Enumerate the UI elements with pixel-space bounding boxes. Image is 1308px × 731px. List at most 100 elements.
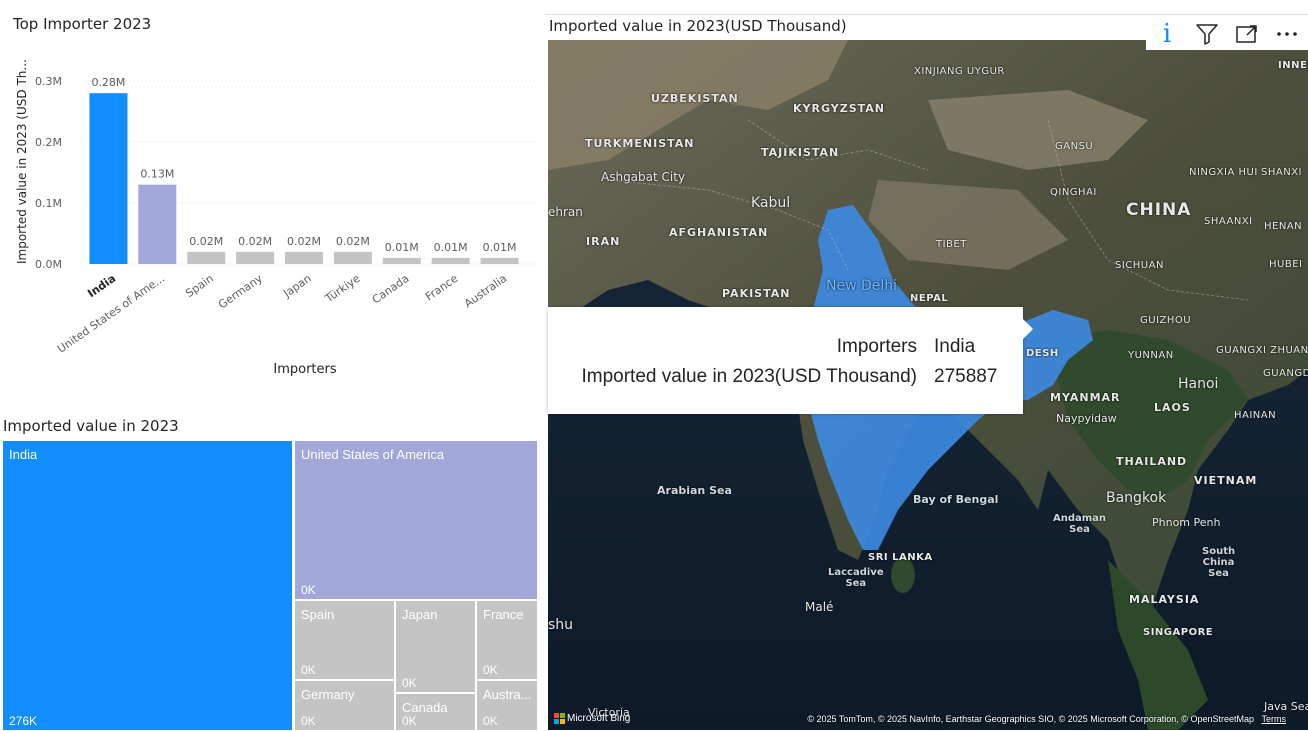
treemap-tile[interactable]: Canada 0K: [395, 693, 476, 731]
map-label-shanxi: SHANXI: [1261, 167, 1302, 178]
map-label-andaman-sea: Andaman Sea: [1053, 513, 1107, 535]
map-label-yunnan: YUNNAN: [1128, 350, 1174, 361]
tooltip-arrow: [1023, 319, 1033, 339]
map-label-iran: IRAN: [586, 235, 621, 248]
map-label-xinjiang: XINJIANG UYGUR: [914, 66, 1005, 77]
map-label-guangxi: GUANGXI ZHUANG: [1216, 345, 1308, 356]
data-label: 0.01M: [434, 241, 468, 254]
bing-text: Microsoft Bing: [567, 713, 631, 724]
microsoft-logo-icon: [554, 713, 565, 724]
treemap-tile-label: India: [9, 447, 38, 462]
treemap-tile-label: Spain: [301, 607, 335, 622]
map-label-bangkok: Bangkok: [1106, 490, 1167, 506]
map-tooltip: Importers India Imported value in 2023(U…: [548, 307, 1033, 414]
map-label-shaanxi: SHAANXI: [1204, 216, 1253, 227]
x-tick-label: Türkiye: [322, 272, 363, 306]
tooltip-row-value: Imported value in 2023(USD Thousand) 275…: [548, 366, 1023, 396]
map-label-phnom-penh: Phnom Penh: [1152, 516, 1221, 529]
data-label: 0.01M: [483, 241, 517, 254]
map-label-thailand: THAILAND: [1116, 455, 1188, 468]
map-label-tajikistan: TAJIKISTAN: [761, 146, 840, 159]
map-label-shu: shu: [548, 617, 574, 633]
map-label-ningxia: NINGXIA HUI: [1189, 167, 1258, 178]
treemap-tile[interactable]: Japan 0K: [395, 600, 476, 693]
treemap-tile-label: Germany: [301, 687, 355, 702]
treemap-tile-value: 0K: [483, 714, 498, 728]
map-label-bay-of-bengal: Bay of Bengal: [913, 493, 999, 506]
tooltip-value-value: 275887: [934, 366, 998, 387]
more-options-icon[interactable]: [1270, 19, 1304, 49]
y-tick-label: 0.2M: [35, 136, 62, 149]
treemap-visual[interactable]: Imported value in 2023 India 276K United S…: [0, 413, 545, 731]
map-label-ashgabat: Ashgabat City: [601, 170, 686, 184]
treemap-tile[interactable]: Germany 0K: [294, 680, 395, 731]
data-label: 0.02M: [189, 235, 223, 248]
map-label-tehran: ehran: [548, 205, 583, 219]
x-tick-label: India: [85, 272, 118, 300]
map-label-china: CHINA: [1126, 200, 1192, 220]
map-label-malaysia: MALAYSIA: [1129, 593, 1200, 606]
bar: [382, 257, 421, 264]
treemap-tile[interactable]: France 0K: [476, 600, 538, 680]
bar: [236, 251, 275, 264]
treemap-tile[interactable]: United States of America 0K: [294, 440, 538, 600]
focus-mode-icon[interactable]: [1230, 19, 1264, 49]
treemap-tile-value: 0K: [301, 663, 316, 677]
bar-chart-svg: 0.0M 0.1M 0.2M 0.3M Imported value in 2023 (…: [15, 59, 538, 377]
bar-chart-visual[interactable]: 0.0M 0.1M 0.2M 0.3M Imported value in 2023 (…: [0, 0, 545, 410]
treemap-tile-label: Austra...: [483, 687, 532, 702]
map-label-bangladesh: DESH: [1026, 348, 1059, 359]
treemap-tile-label: Japan: [402, 607, 438, 622]
map-label-new-delhi: New Delhi: [826, 278, 898, 294]
map-title: Imported value in 2023(USD Thousand): [549, 17, 847, 35]
map-label-myanmar: MYANMAR: [1050, 391, 1121, 404]
y-tick-label: 0.1M: [35, 197, 62, 210]
bar: [89, 93, 128, 265]
treemap-tile[interactable]: Austra... 0K: [476, 680, 538, 731]
treemap-tile[interactable]: India 276K: [2, 440, 293, 731]
bar: [138, 184, 177, 264]
map-label-laos: LAOS: [1154, 401, 1191, 414]
info-icon[interactable]: i: [1150, 19, 1184, 49]
attribution-text: © 2025 TomTom, © 2025 NavInfo, Earthstar…: [807, 714, 1254, 724]
data-label: 0.02M: [287, 235, 321, 248]
x-axis-label: Importers: [273, 362, 336, 377]
map-label-gansu: GANSU: [1055, 141, 1094, 152]
map-label-inner: INNE: [1278, 60, 1308, 71]
map-label-vietnam: VIETNAM: [1194, 474, 1258, 487]
treemap-tile-value: 0K: [301, 714, 316, 728]
map-label-kyrgyzstan: KYRGYZSTAN: [793, 102, 885, 115]
bar: [480, 257, 519, 264]
map-label-kabul: Kabul: [751, 195, 791, 211]
treemap-tile-value: 0K: [402, 676, 417, 690]
x-tick-label: Australia: [462, 272, 509, 311]
map-label-turkmenistan: TURKMENISTAN: [585, 137, 695, 150]
map-label-sri-lanka: SRI LANKA: [868, 552, 933, 563]
tooltip-key-importers: Importers: [836, 336, 917, 357]
bar: [333, 251, 372, 264]
filter-icon[interactable]: [1190, 19, 1224, 49]
map-attribution: © 2025 TomTom, © 2025 NavInfo, Earthstar…: [807, 714, 1286, 724]
x-tick-label: Spain: [183, 272, 216, 300]
treemap-tile-value: 276K: [9, 714, 38, 728]
map-label-laccadive-sea: Laccadive Sea: [828, 567, 884, 589]
treemap-tile[interactable]: Spain 0K: [294, 600, 395, 680]
treemap-tile-label: France: [483, 607, 524, 622]
visual-header-toolbar: i: [1146, 18, 1308, 50]
tooltip-value-importers: India: [934, 336, 976, 357]
map-label-henan: HENAN: [1264, 221, 1303, 232]
terms-link[interactable]: Terms: [1262, 714, 1287, 724]
y-axis-label: Imported value in 2023 (USD Th...: [15, 59, 29, 264]
bing-logo: Microsoft Bing: [554, 713, 630, 724]
treemap-tile-label: United States of America: [301, 447, 445, 462]
map-label-south-china-sea: South China Sea: [1202, 546, 1236, 579]
x-tick-label: Canada: [370, 272, 412, 307]
tooltip-row-importer: Importers India: [548, 336, 1023, 366]
data-label: 0.02M: [336, 235, 370, 248]
data-label: 0.13M: [140, 168, 174, 181]
map-label-afghanistan: AFGHANISTAN: [669, 226, 769, 239]
x-tick-label: Japan: [280, 272, 313, 301]
map-label-hanoi: Hanoi: [1178, 376, 1219, 392]
map-label-hainan: HAINAN: [1234, 410, 1277, 421]
map-label-guangdong: GUANGDO: [1263, 368, 1308, 379]
